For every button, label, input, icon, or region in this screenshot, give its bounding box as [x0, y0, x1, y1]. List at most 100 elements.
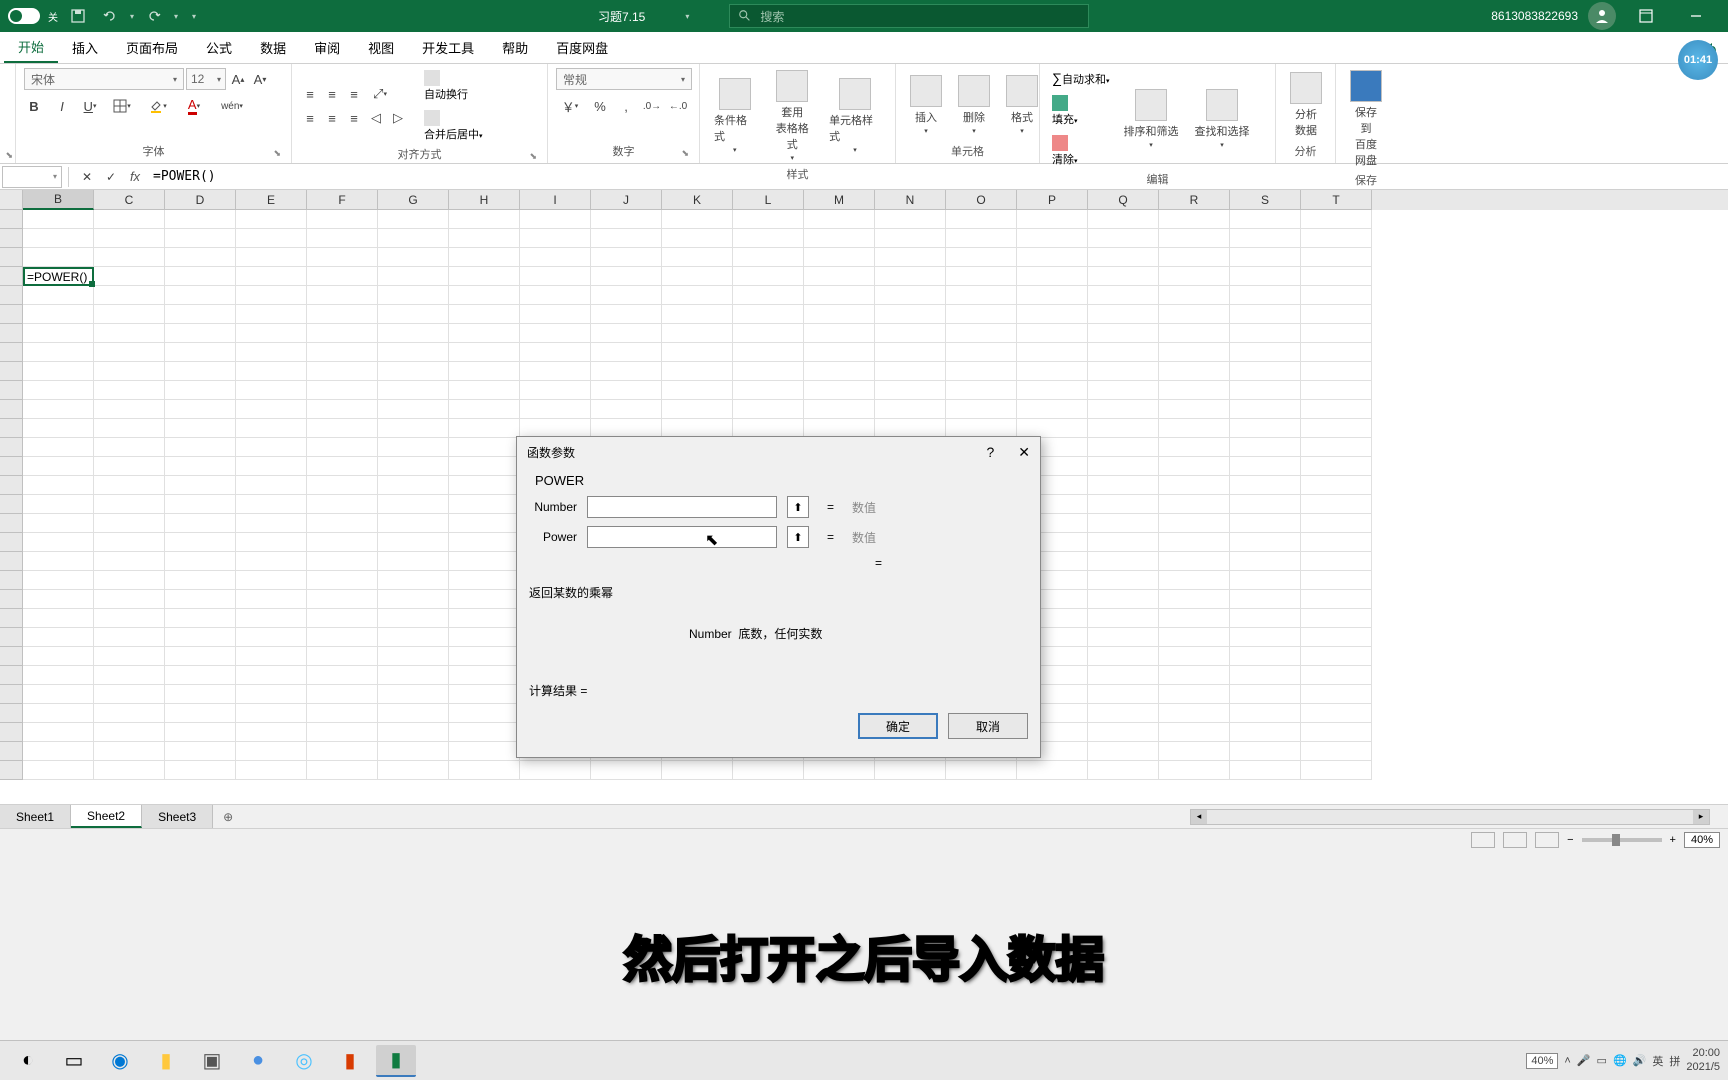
increase-decimal-icon[interactable]: .0→ — [642, 96, 662, 116]
col-header[interactable]: I — [520, 190, 591, 210]
col-header[interactable]: O — [946, 190, 1017, 210]
save-baidu-button[interactable]: 保存到 百度网盘 — [1344, 68, 1388, 170]
font-color-icon[interactable]: A▾ — [180, 96, 208, 116]
font-name-combo[interactable]: 宋体▾ — [24, 68, 184, 90]
tab-pagelayout[interactable]: 页面布局 — [112, 32, 192, 63]
sheet-tab[interactable]: Sheet3 — [142, 805, 213, 828]
col-header[interactable]: F — [307, 190, 378, 210]
col-header[interactable]: R — [1159, 190, 1230, 210]
volume-icon[interactable]: 🔊 — [1633, 1054, 1647, 1067]
col-header[interactable]: E — [236, 190, 307, 210]
sheet-tab[interactable]: Sheet1 — [0, 805, 71, 828]
col-header[interactable]: D — [165, 190, 236, 210]
autosave-toggle[interactable] — [8, 8, 40, 24]
tab-baidu[interactable]: 百度网盘 — [542, 32, 622, 63]
col-header[interactable]: Q — [1088, 190, 1159, 210]
format-cells-button[interactable]: 格式▾ — [1000, 73, 1044, 137]
clear-button[interactable]: 清除▾ — [1048, 133, 1114, 169]
search-box[interactable]: 搜索 — [729, 4, 1089, 28]
enter-formula-icon[interactable]: ✓ — [99, 166, 123, 188]
col-header[interactable]: L — [733, 190, 804, 210]
ime-lang[interactable]: 英 — [1652, 1053, 1663, 1069]
horizontal-scrollbar[interactable]: ◂ ▸ — [1190, 809, 1710, 825]
new-sheet-icon[interactable]: ⊕ — [213, 810, 243, 824]
decrease-decimal-icon[interactable]: ←.0 — [668, 96, 688, 116]
file-explorer-icon[interactable]: ▮ — [146, 1045, 186, 1077]
tab-data[interactable]: 数据 — [246, 32, 300, 63]
redo-icon[interactable] — [142, 4, 166, 28]
normal-view-icon[interactable] — [1471, 832, 1495, 848]
border-icon[interactable]: ▾ — [108, 96, 136, 116]
cancel-button[interactable]: 取消 — [948, 713, 1028, 739]
orientation-icon[interactable]: ⤢▾ — [366, 84, 394, 104]
office-icon[interactable]: ▮ — [330, 1045, 370, 1077]
find-select-button[interactable]: 查找和选择▾ — [1189, 87, 1256, 151]
dialog-help-icon[interactable]: ? — [986, 444, 994, 461]
align-bottom-icon[interactable]: ≡ — [344, 84, 364, 104]
tab-formulas[interactable]: 公式 — [192, 32, 246, 63]
col-header[interactable]: H — [449, 190, 520, 210]
undo-icon[interactable] — [98, 4, 122, 28]
col-header[interactable]: S — [1230, 190, 1301, 210]
store-icon[interactable]: ▣ — [192, 1045, 232, 1077]
ime-mode[interactable]: 拼 — [1669, 1053, 1680, 1069]
underline-icon[interactable]: U▾ — [80, 96, 100, 116]
zoom-plus-icon[interactable]: + — [1670, 834, 1676, 846]
arg-number-ref-icon[interactable]: ⬆ — [787, 496, 809, 518]
number-launcher[interactable]: ⬊ — [681, 148, 689, 159]
save-icon[interactable] — [66, 4, 90, 28]
tab-view[interactable]: 视图 — [354, 32, 408, 63]
battery-indicator[interactable]: 40% — [1526, 1053, 1558, 1069]
col-header[interactable]: N — [875, 190, 946, 210]
align-launcher[interactable]: ⬊ — [529, 151, 537, 162]
cancel-formula-icon[interactable]: ✕ — [75, 166, 99, 188]
currency-icon[interactable]: ￥▾ — [556, 96, 584, 116]
fill-button[interactable]: 填充▾ — [1048, 93, 1114, 129]
comma-icon[interactable]: , — [616, 96, 636, 116]
decrease-font-icon[interactable]: A▾ — [250, 69, 270, 89]
tray-chevron-icon[interactable]: ˄ — [1564, 1055, 1570, 1067]
user-avatar[interactable] — [1588, 2, 1616, 30]
cell-styles-button[interactable]: 单元格样式▾ — [823, 76, 887, 156]
col-header[interactable]: T — [1301, 190, 1372, 210]
zoom-minus-icon[interactable]: − — [1567, 834, 1573, 846]
sheet-tab[interactable]: Sheet2 — [71, 805, 142, 828]
autosum-button[interactable]: ∑自动求和▾ — [1048, 68, 1114, 89]
increase-font-icon[interactable]: A▴ — [228, 69, 248, 89]
col-header[interactable]: M — [804, 190, 875, 210]
fill-color-icon[interactable]: ▾ — [144, 96, 172, 116]
align-right-icon[interactable]: ≡ — [344, 108, 364, 128]
align-center-icon[interactable]: ≡ — [322, 108, 342, 128]
ribbon-display-icon[interactable] — [1626, 2, 1666, 30]
merge-center-button[interactable]: 合并后居中▾ — [420, 108, 487, 144]
col-header[interactable]: G — [378, 190, 449, 210]
start-icon[interactable]: ◐ — [8, 1045, 48, 1077]
phonetic-icon[interactable]: wén▾ — [216, 96, 248, 116]
col-header[interactable]: K — [662, 190, 733, 210]
mic-icon[interactable]: 🎤 — [1577, 1054, 1591, 1067]
col-header[interactable]: J — [591, 190, 662, 210]
select-all-corner[interactable] — [0, 190, 23, 210]
align-middle-icon[interactable]: ≡ — [322, 84, 342, 104]
col-header[interactable]: P — [1017, 190, 1088, 210]
bold-icon[interactable]: B — [24, 96, 44, 116]
dialog-titlebar[interactable]: 函数参数 ? ✕ — [517, 437, 1040, 467]
zoom-level[interactable]: 40% — [1684, 832, 1720, 848]
page-layout-view-icon[interactable] — [1503, 832, 1527, 848]
align-left-icon[interactable]: ≡ — [300, 108, 320, 128]
percent-icon[interactable]: % — [590, 96, 610, 116]
wrap-text-button[interactable]: 自动换行 — [420, 68, 487, 104]
active-cell[interactable]: =POWER() — [23, 267, 94, 286]
app-icon-2[interactable]: ◎ — [284, 1045, 324, 1077]
clock[interactable]: 20:00 2021/5 — [1686, 1047, 1720, 1073]
align-top-icon[interactable]: ≡ — [300, 84, 320, 104]
tab-review[interactable]: 审阅 — [300, 32, 354, 63]
task-view-icon[interactable]: ▭ — [54, 1045, 94, 1077]
font-launcher[interactable]: ⬊ — [273, 148, 281, 159]
tab-insert[interactable]: 插入 — [58, 32, 112, 63]
edge-icon[interactable]: ◉ — [100, 1045, 140, 1077]
tab-home[interactable]: 开始 — [4, 32, 58, 63]
number-format-combo[interactable]: 常规▾ — [556, 68, 692, 90]
conditional-format-button[interactable]: 条件格式▾ — [708, 76, 762, 156]
delete-cells-button[interactable]: 删除▾ — [952, 73, 996, 137]
